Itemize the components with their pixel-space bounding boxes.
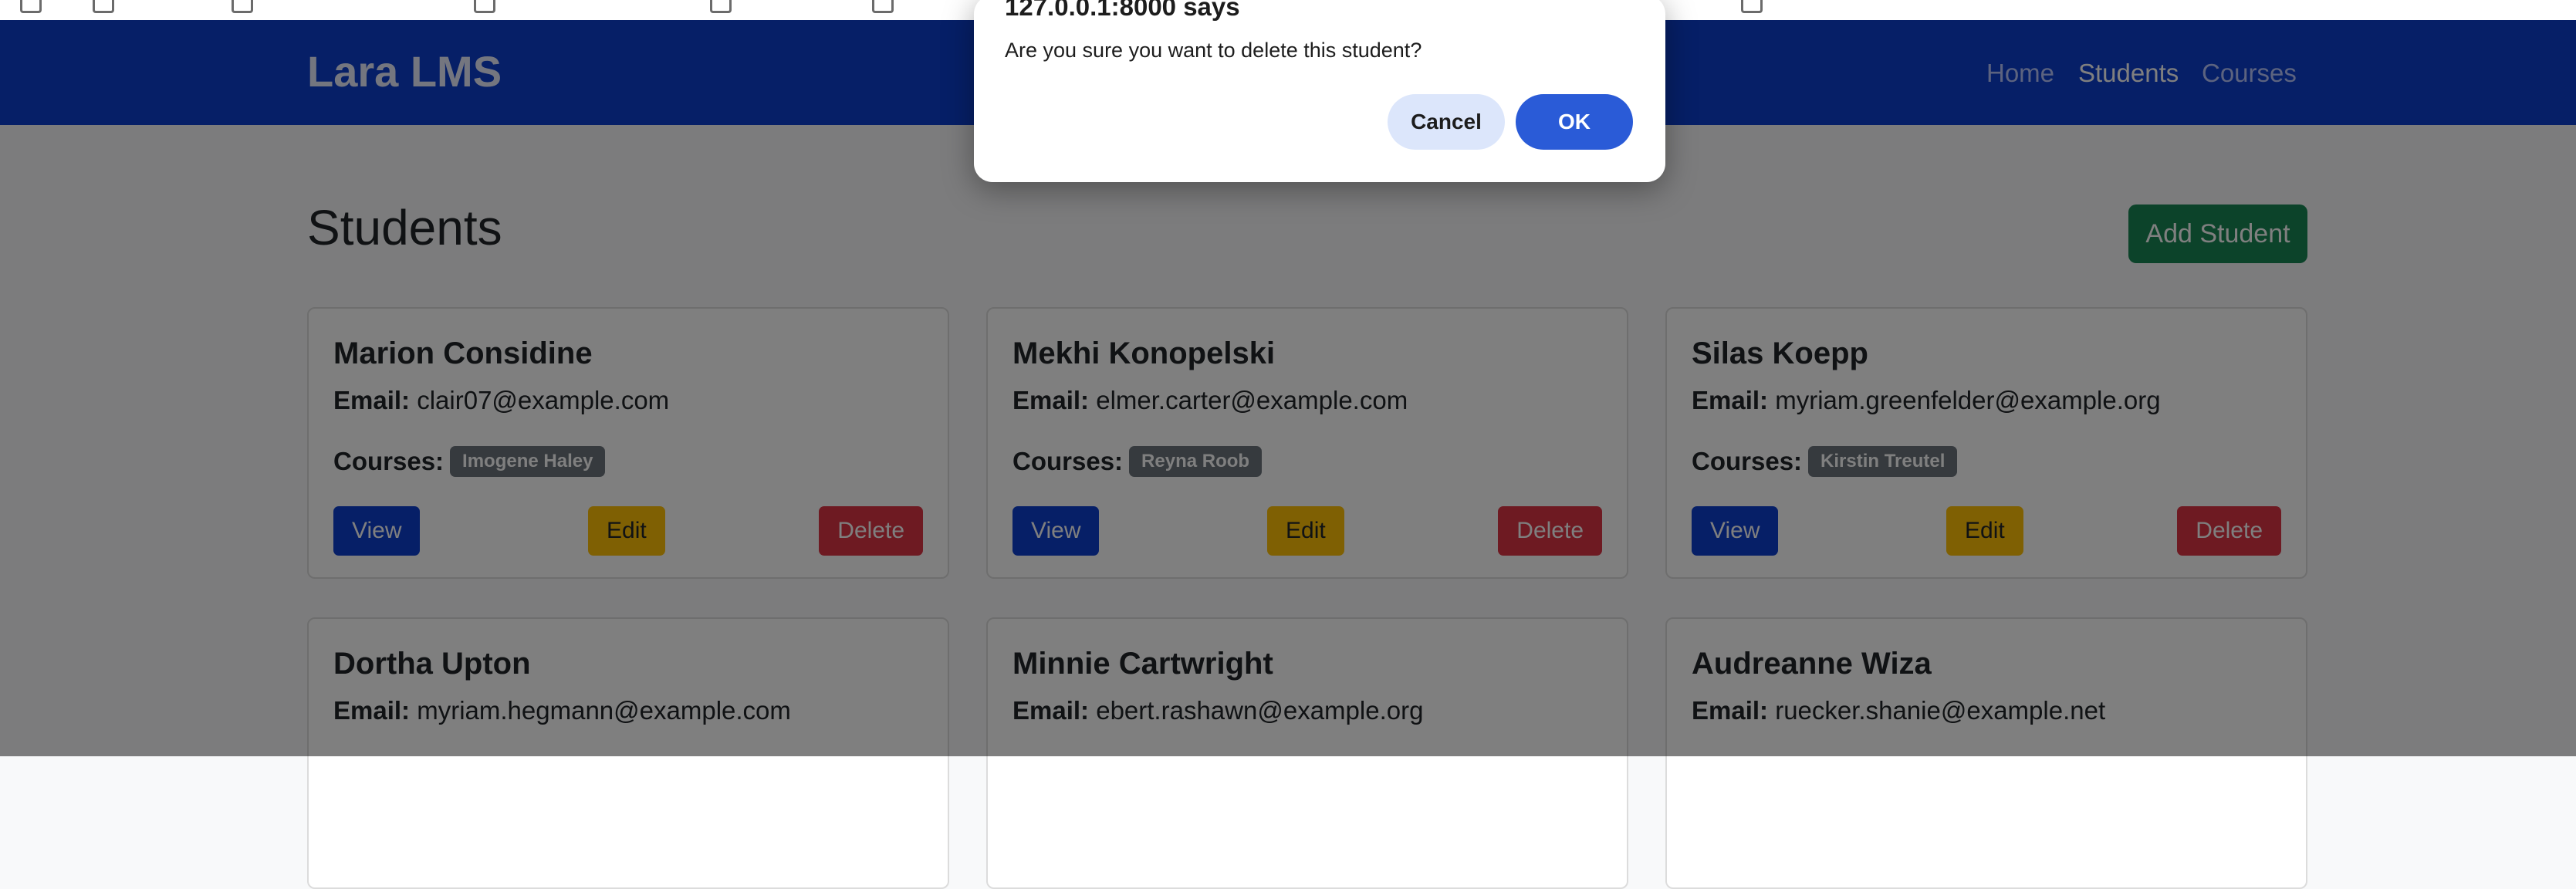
bookmark-icon[interactable] <box>710 0 732 13</box>
bookmark-icon[interactable] <box>1741 0 1763 13</box>
bookmark-icon[interactable] <box>474 0 495 13</box>
dialog-title: 127.0.0.1:8000 says <box>1005 0 1240 21</box>
bookmark-icon[interactable] <box>232 0 253 13</box>
dialog-ok-button[interactable]: OK <box>1516 94 1633 150</box>
dialog-cancel-button[interactable]: Cancel <box>1388 94 1505 150</box>
bookmark-icon[interactable] <box>93 0 114 13</box>
bookmark-icon[interactable] <box>872 0 894 13</box>
bookmark-icon[interactable] <box>20 0 42 13</box>
confirm-dialog: 127.0.0.1:8000 says Are you sure you wan… <box>974 0 1665 182</box>
dialog-message: Are you sure you want to delete this stu… <box>1005 39 1422 62</box>
